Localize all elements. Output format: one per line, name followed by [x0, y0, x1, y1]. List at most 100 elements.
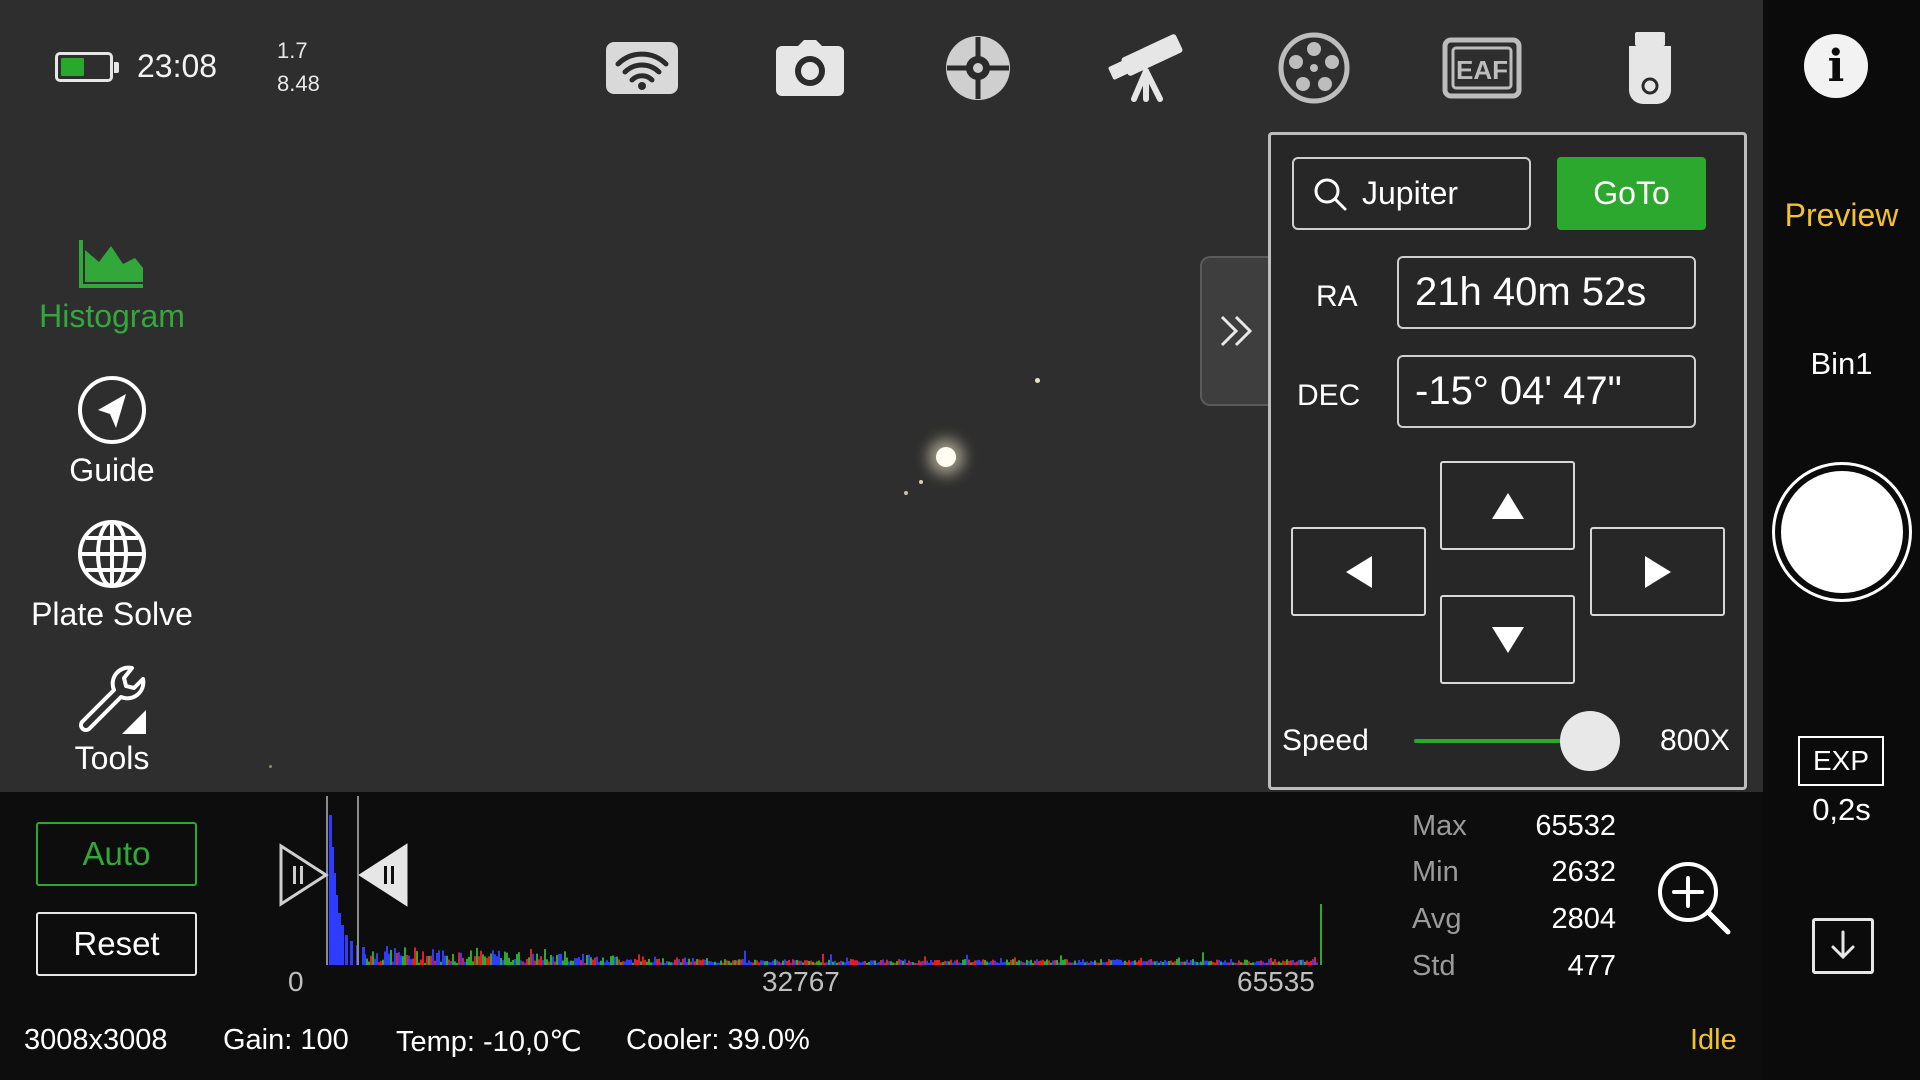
histogram-bin: [498, 950, 500, 965]
histogram-bin: [1178, 957, 1180, 965]
histogram-bin: [1244, 959, 1246, 965]
histogram-bin: [830, 954, 832, 965]
histogram-bin: [864, 960, 866, 965]
histogram-bin: [374, 958, 376, 965]
histogram-bin: [748, 960, 750, 965]
zoom-in-button[interactable]: [1656, 860, 1732, 936]
histogram-bin: [732, 960, 734, 965]
histogram-bin: [1222, 962, 1224, 965]
histogram-bin: [540, 956, 542, 965]
histogram-bin: [914, 962, 916, 965]
white-point-handle[interactable]: [358, 843, 408, 907]
histogram-bin: [886, 959, 888, 965]
histogram-bin: [676, 957, 678, 965]
histogram-bin: [710, 961, 712, 965]
histogram-bin: [988, 962, 990, 965]
histogram-bin: [494, 954, 496, 965]
histogram-bin: [568, 961, 570, 965]
histogram-bin: [920, 961, 922, 965]
histogram-bin: [654, 956, 656, 965]
histogram-bin: [1212, 961, 1214, 965]
histogram-bin: [646, 961, 648, 965]
histogram-bin: [1012, 959, 1014, 965]
histogram-bin: [1196, 961, 1198, 965]
histogram-bin: [1312, 959, 1314, 965]
histogram-bin: [980, 961, 982, 965]
histogram-bin: [1134, 960, 1136, 965]
histogram-bin: [490, 953, 492, 965]
histogram-bin: [1144, 961, 1146, 965]
histogram-bin: [1050, 962, 1052, 965]
histogram-bin: [1160, 960, 1162, 965]
histogram-bin: [368, 961, 370, 965]
histogram-bin: [762, 960, 764, 965]
histogram-bin: [532, 953, 534, 965]
histogram-bin: [1292, 960, 1294, 965]
histogram-bin: [888, 961, 890, 965]
histogram-bin: [602, 957, 604, 965]
histogram-bin: [1136, 961, 1138, 965]
histogram-bin: [1026, 959, 1028, 965]
black-point-handle[interactable]: [279, 843, 329, 907]
histogram-bin: [918, 960, 920, 965]
histogram-bin: [838, 962, 840, 965]
histogram-bin: [572, 960, 574, 965]
histogram-bin: [382, 959, 384, 965]
histogram-bin: [1104, 962, 1106, 965]
histogram-bin: [890, 961, 892, 965]
histogram-bin: [596, 956, 598, 965]
histogram-bin: [1238, 960, 1240, 965]
histogram-bin: [1042, 959, 1044, 965]
histogram-bin: [1132, 961, 1134, 965]
histogram-bin: [1210, 960, 1212, 965]
histogram-bin: [1078, 959, 1080, 965]
histogram-bin: [608, 962, 610, 965]
histogram-bin: [1030, 959, 1032, 965]
histogram-bin: [1242, 962, 1244, 965]
histogram-bin: [858, 961, 860, 965]
histogram-bin: [1006, 959, 1008, 965]
histogram-bin: [588, 954, 590, 965]
histogram-bin: [714, 961, 716, 965]
histogram-bin: [462, 957, 464, 965]
histogram-bin: [544, 949, 546, 965]
histogram-bin: [1044, 961, 1046, 965]
histogram-bin: [1216, 959, 1218, 965]
histogram-bin: [706, 958, 708, 965]
histogram-bin: [852, 959, 854, 965]
histogram-bin: [496, 956, 498, 965]
histogram-bin: [812, 961, 814, 965]
histogram-bin: [1158, 962, 1160, 965]
histogram-bin: [1252, 962, 1254, 965]
histogram-chart: [279, 796, 1322, 965]
histogram-bin: [444, 955, 446, 965]
histogram-bin: [990, 961, 992, 965]
histogram-bin: [1010, 959, 1012, 965]
histogram-bin: [932, 962, 934, 965]
histogram-bin: [542, 959, 544, 965]
histogram-bin: [628, 959, 630, 965]
histogram-bin: [432, 949, 434, 965]
histogram-bin: [898, 959, 900, 965]
histogram-bin: [786, 960, 788, 965]
histogram-bin: [510, 961, 512, 965]
histogram-tick-mid: 32767: [762, 966, 840, 997]
histogram-bin: [1074, 960, 1076, 965]
histogram-bin: [424, 962, 426, 965]
histogram-bin: [928, 962, 930, 965]
histogram-bin: [400, 955, 402, 965]
histogram-bin: [534, 960, 536, 965]
histogram-bin: [1150, 959, 1152, 965]
stat-value-min: 2632: [1551, 856, 1616, 888]
histogram-bin: [662, 958, 664, 965]
histogram-bin: [650, 962, 652, 965]
histogram-bin: [1162, 961, 1164, 965]
histogram-bin: [538, 959, 540, 965]
histogram-bin: [1268, 959, 1270, 965]
zoom-in-icon: [1658, 862, 1731, 935]
histogram-bin: [776, 960, 778, 965]
histogram-bin: [1280, 962, 1282, 965]
histogram-bin: [390, 949, 392, 965]
histogram-bin: [704, 959, 706, 965]
histogram-bin: [426, 956, 428, 965]
